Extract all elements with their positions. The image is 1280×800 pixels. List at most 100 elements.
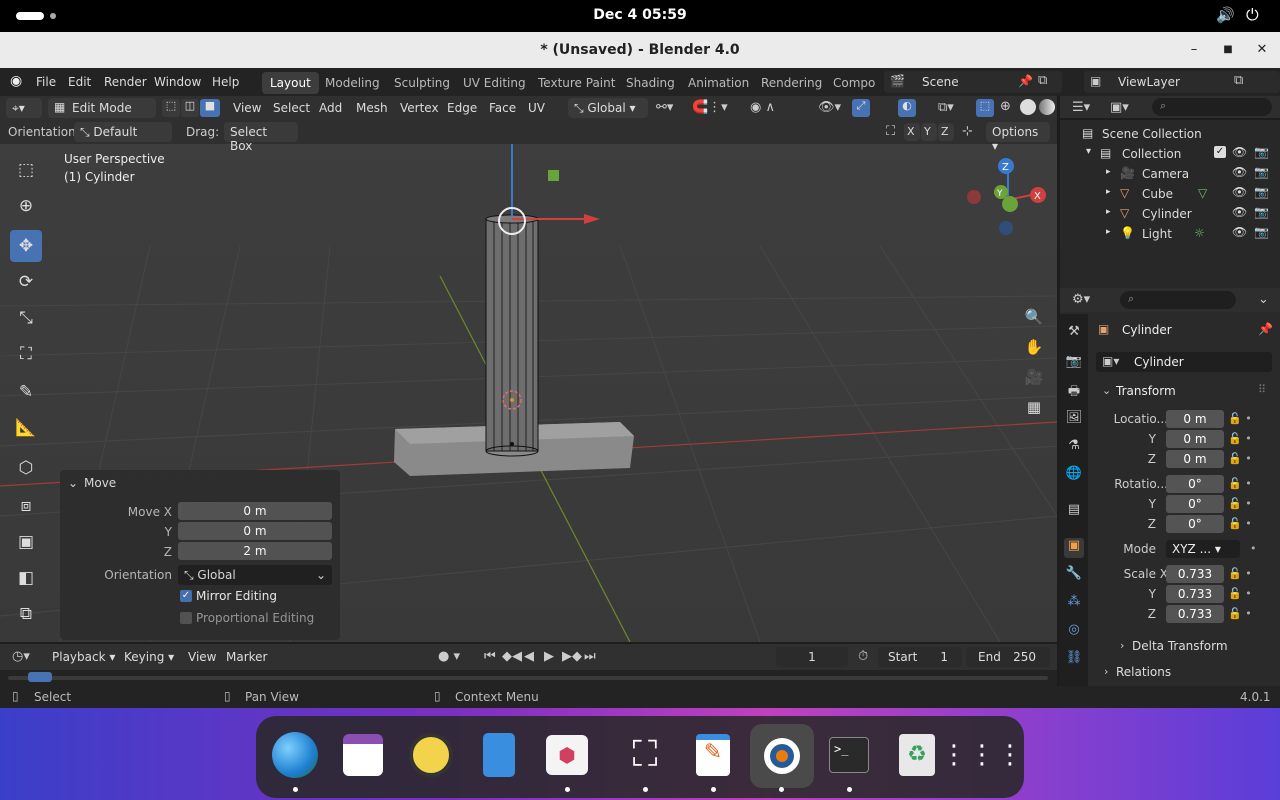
menu-add[interactable]: Add xyxy=(319,101,342,115)
location-x-field[interactable]: 0 m xyxy=(1166,410,1224,428)
lock-icon[interactable]: 🔓 • xyxy=(1228,607,1252,620)
camera-view-icon[interactable]: 🎥 xyxy=(1022,368,1046,392)
timeline-editor-type-icon[interactable]: ◷▾ xyxy=(12,649,30,664)
camera-render-icon[interactable]: 📷 xyxy=(1254,185,1269,199)
lock-icon[interactable]: 🔓 • xyxy=(1228,567,1252,580)
annotate-tool-icon[interactable]: ✎ xyxy=(10,376,42,408)
expand-icon[interactable]: ▸ xyxy=(1106,207,1111,217)
keying-menu[interactable]: Keying ▾ xyxy=(124,650,174,664)
notes-app-icon[interactable] xyxy=(472,728,526,782)
tab-shading[interactable]: Shading xyxy=(618,72,683,94)
collapse-chevron-icon[interactable]: ▾ xyxy=(1086,146,1091,157)
calendar-app-icon[interactable] xyxy=(336,728,390,782)
app-grid-icon[interactable]: ⋮⋮⋮ xyxy=(941,728,1023,782)
scene-selector[interactable]: 🎬 Scene 📌 ⧉ xyxy=(884,71,1062,93)
menu-face[interactable]: Face xyxy=(489,101,516,115)
properties-editor-type-icon[interactable]: ⚙▾ xyxy=(1072,292,1090,307)
tab-layout[interactable]: Layout xyxy=(262,72,319,94)
view-layer-tab-icon[interactable]: 🖼 xyxy=(1064,410,1084,430)
proportional-edit-icon[interactable]: ◉ ∧ xyxy=(750,100,775,115)
text-editor-icon[interactable]: ✎ xyxy=(686,728,740,782)
relations-panel[interactable]: › Relations xyxy=(1096,664,1272,682)
select-box-tool-icon[interactable]: ⬚ xyxy=(10,154,42,186)
scale-y-field[interactable]: 0.733 xyxy=(1166,585,1224,603)
lock-icon[interactable]: 🔓 • xyxy=(1228,497,1252,510)
move-panel-chevron-icon[interactable]: ⌄ xyxy=(68,476,78,490)
terminal-app-icon[interactable]: >_ xyxy=(822,728,876,782)
particles-tab-icon[interactable]: ⁂ xyxy=(1064,594,1084,614)
outliner-search-icon[interactable]: ⌕ xyxy=(1152,98,1272,116)
browser-app-icon[interactable] xyxy=(268,728,322,782)
mirror-y-button[interactable]: Y xyxy=(921,123,937,141)
rotation-z-field[interactable]: 0° xyxy=(1166,515,1224,533)
rotation-y-field[interactable]: 0° xyxy=(1166,495,1224,513)
record-icon[interactable]: ● ▾ xyxy=(438,649,460,664)
lock-icon[interactable]: 🔓 • xyxy=(1228,477,1252,490)
music-app-icon[interactable] xyxy=(404,728,458,782)
power-icon[interactable]: ⏻ xyxy=(1246,5,1259,25)
tab-texture-paint[interactable]: Texture Paint xyxy=(530,72,623,94)
playhead[interactable] xyxy=(28,672,52,682)
eye-icon[interactable]: 👁 xyxy=(1232,205,1247,219)
constraints-tab-icon[interactable]: ⛓ xyxy=(1064,650,1084,670)
cursor-tool-icon[interactable]: ⊕ xyxy=(10,190,42,222)
transform-panel-header[interactable]: ⌄ Transform ⠿ xyxy=(1096,382,1272,402)
jump-keyframe-forward-icon[interactable]: ▶◆ xyxy=(562,649,582,664)
menu-mesh[interactable]: Mesh xyxy=(356,101,388,115)
bevel-tool-icon[interactable]: ◧ xyxy=(10,562,42,594)
face-select-button[interactable]: ■ xyxy=(200,99,220,117)
end-frame-field[interactable]: End 250 xyxy=(966,647,1050,667)
scale-z-field[interactable]: 0.733 xyxy=(1166,605,1224,623)
marker-menu[interactable]: Marker xyxy=(226,650,267,664)
wireframe-shading-icon[interactable]: ⊕ xyxy=(1000,99,1011,114)
pin-icon[interactable]: 📌 xyxy=(1258,322,1273,336)
jump-start-icon[interactable]: ⏮ xyxy=(484,649,496,664)
play-icon[interactable]: ▶ xyxy=(544,649,554,664)
lock-icon[interactable]: 🔓 • xyxy=(1228,517,1252,530)
minimize-button[interactable]: – xyxy=(1184,40,1204,60)
close-button[interactable]: ✕ xyxy=(1252,40,1272,60)
trash-icon[interactable]: ♻ xyxy=(890,728,944,782)
drag-handle-icon[interactable]: ⠿ xyxy=(1258,383,1266,396)
lock-icon[interactable]: 🔓 • xyxy=(1228,452,1252,465)
properties-options-icon[interactable]: ⌄ xyxy=(1258,292,1269,307)
pin-icon[interactable]: 📌 xyxy=(1018,74,1033,88)
timeline-scrub-area[interactable] xyxy=(0,670,1057,686)
lock-icon[interactable]: 🔓 • xyxy=(1228,587,1252,600)
expand-icon[interactable]: ▸ xyxy=(1106,227,1111,237)
volume-icon[interactable]: 🔊 xyxy=(1216,6,1235,24)
expand-icon[interactable]: ▸ xyxy=(1106,167,1111,177)
properties-search-icon[interactable]: ⌕ xyxy=(1120,291,1236,309)
pan-hand-icon[interactable]: ✋ xyxy=(1022,338,1046,362)
xray-icon[interactable]: ⧉▾ xyxy=(938,100,954,115)
start-frame-field[interactable]: Start 1 xyxy=(878,647,962,667)
menu-help[interactable]: Help xyxy=(212,75,239,89)
tool-tab-icon[interactable]: ⚒ xyxy=(1064,324,1084,344)
vertex-select-button[interactable]: ⬚ xyxy=(162,99,180,117)
move-x-field[interactable]: 0 m xyxy=(178,502,332,520)
keyframe-dot-icon[interactable]: • xyxy=(1250,542,1257,555)
xz-plane-handle[interactable] xyxy=(548,170,559,181)
eye-icon[interactable]: 👁 xyxy=(1232,145,1247,159)
tab-modeling[interactable]: Modeling xyxy=(317,72,388,94)
auto-merge-icon[interactable]: ⊹ xyxy=(962,124,973,139)
snap-icon[interactable]: 🧲⋮▾ xyxy=(692,100,728,115)
menu-view[interactable]: View xyxy=(233,101,261,115)
tab-compositing[interactable]: Compo xyxy=(825,72,883,94)
output-tab-icon[interactable]: 🖶 xyxy=(1064,382,1084,402)
clock[interactable]: Dec 4 05:59 xyxy=(0,7,1280,23)
current-frame-field[interactable]: 1 xyxy=(776,647,848,667)
outliner-item-camera[interactable]: ▸ 🎥 Camera 👁 📷 xyxy=(1060,164,1280,184)
menu-edit[interactable]: Edit xyxy=(68,75,91,89)
transform-tool-icon[interactable]: ⛶ xyxy=(10,338,42,370)
blender-app-icon[interactable] xyxy=(750,724,814,788)
jump-keyframe-back-icon[interactable]: ◆◀ xyxy=(502,649,522,664)
options-dropdown[interactable]: Options ▾ xyxy=(986,122,1050,153)
new-view-layer-icon[interactable]: ⧉ xyxy=(1234,73,1243,88)
outliner-scene-collection[interactable]: ▤ Scene Collection xyxy=(1060,124,1280,144)
menu-uv[interactable]: UV xyxy=(528,101,545,115)
object-tab-icon[interactable]: ▣ xyxy=(1064,538,1084,558)
physics-tab-icon[interactable]: ◎ xyxy=(1064,622,1084,642)
eye-icon[interactable]: 👁 xyxy=(1232,225,1247,239)
blender-logo-icon[interactable]: ◉ xyxy=(10,73,22,89)
